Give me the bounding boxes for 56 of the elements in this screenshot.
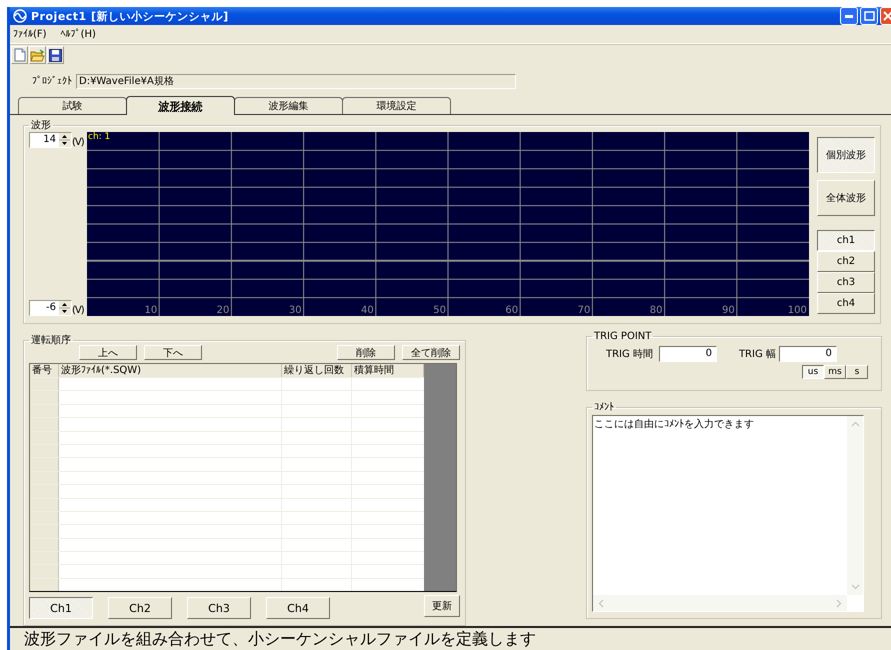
axis-tick-label: 50 <box>432 305 447 316</box>
menu-item[interactable]: ﾌｧｲﾙ(F) <box>13 28 47 40</box>
axis-tick-label: 70 <box>576 305 592 316</box>
column-header: 波形ﾌｧｲﾙ(*.SQW) <box>59 364 282 377</box>
axis-tick-label: 100 <box>786 305 808 316</box>
update-button[interactable]: 更新 <box>424 595 460 617</box>
group-title: 波形 <box>30 118 52 132</box>
axis-tick-label: 30 <box>288 305 303 316</box>
unit-button[interactable]: s <box>846 365 868 379</box>
trig-width-field[interactable]: 0 <box>778 346 837 362</box>
axis-tick-label: 60 <box>504 305 520 316</box>
group-title: ｺﾒﾝﾄ <box>593 401 615 413</box>
axis-tick-label: 90 <box>720 305 736 316</box>
comment-text: ここには自由にｺﾒﾝﾄを入力できます <box>593 418 755 432</box>
unit-button[interactable]: us <box>802 365 824 379</box>
move-button[interactable]: 上へ <box>79 345 137 360</box>
column-header: 番号 <box>30 364 59 377</box>
trig-time-field[interactable]: 0 <box>658 346 717 362</box>
channel-button[interactable]: ch2 <box>817 251 875 272</box>
column-header: 繰り返し回数 <box>282 364 352 377</box>
delete-button[interactable]: 全て削除 <box>402 345 460 360</box>
comment-field[interactable]: ここには自由にｺﾒﾝﾄを入力できます <box>592 415 864 612</box>
axis-tick-label: 80 <box>648 305 664 316</box>
axis-tick-label: 20 <box>216 305 230 316</box>
channel-button[interactable]: ch4 <box>817 293 875 314</box>
channel-label: ch: 1 <box>88 132 110 142</box>
tab[interactable]: 波形編集 <box>234 97 343 114</box>
project-path-field: D:¥WaveFile¥A規格 <box>76 74 516 88</box>
unit-label: (V) <box>72 305 84 316</box>
axis-tick-label: 10 <box>143 305 158 316</box>
tab[interactable]: 波形接続 <box>126 96 235 115</box>
lower-limit-spinner[interactable]: -6 <box>29 300 72 316</box>
project-label: ﾌﾟﾛｼﾞｪｸﾄ <box>32 75 72 87</box>
channel-button[interactable]: Ch3 <box>187 597 251 619</box>
delete-button[interactable]: 削除 <box>337 345 395 360</box>
channel-button[interactable]: ch3 <box>817 272 875 293</box>
view-button[interactable]: 全体波形 <box>817 180 875 216</box>
channel-button[interactable]: Ch1 <box>29 597 93 619</box>
upper-limit-spinner[interactable]: 14 <box>29 132 72 148</box>
group-title: TRIG POINT <box>593 331 652 342</box>
unit-button[interactable]: ms <box>824 365 846 379</box>
trig-width-label: TRIG 幅 <box>738 348 776 361</box>
unit-label: (V) <box>72 137 84 148</box>
view-button[interactable]: 個別波形 <box>817 137 875 173</box>
group-title: 運転順序 <box>30 334 72 347</box>
channel-button[interactable]: ch1 <box>817 230 875 251</box>
tab[interactable]: 試験 <box>18 97 127 114</box>
menu-item[interactable]: ﾍﾙﾌﾟ(H) <box>60 28 96 40</box>
move-button[interactable]: 下へ <box>144 345 202 360</box>
channel-button[interactable]: Ch2 <box>108 597 172 619</box>
trig-time-label: TRIG 時間 <box>606 348 653 361</box>
status-text: 波形ファイルを組み合わせて、小シーケンシャルファイルを定義します <box>24 628 536 650</box>
channel-button[interactable]: Ch4 <box>266 597 330 619</box>
tab[interactable]: 環境設定 <box>342 97 451 114</box>
axis-tick-label: 40 <box>360 305 375 316</box>
window-title: Project1 [新しい小シーケンシャル] <box>31 8 229 24</box>
